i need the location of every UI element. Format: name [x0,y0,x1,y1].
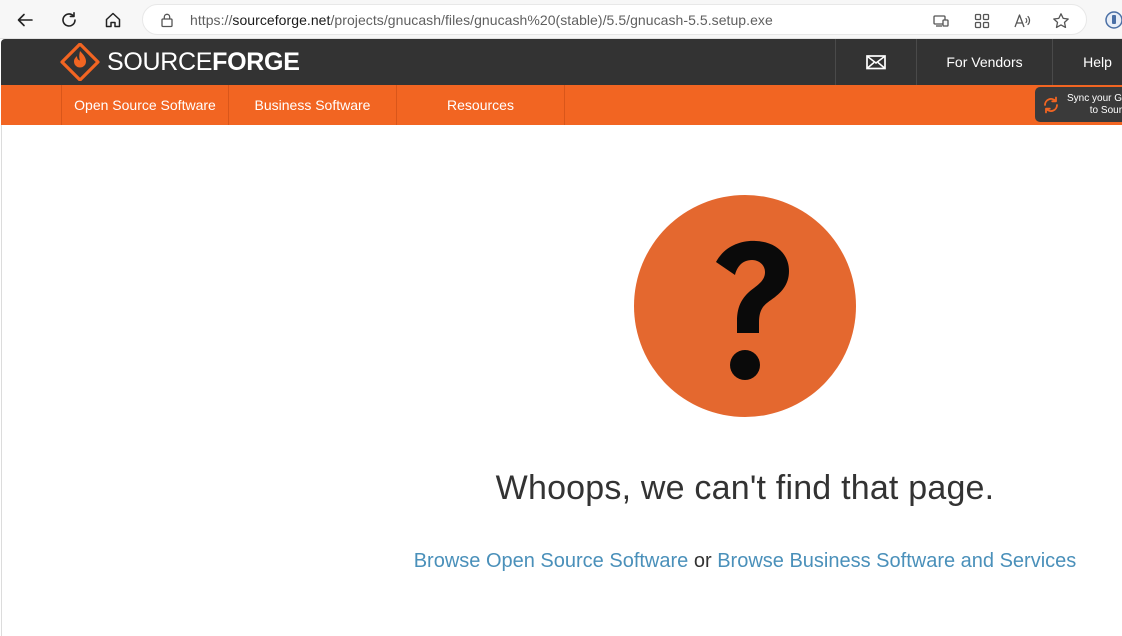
app-available-icon[interactable] [932,12,950,30]
logo-wordmark: SOURCEFORGE [107,48,300,77]
nav-resources[interactable]: Resources [396,85,564,125]
nav-open-source-software[interactable]: Open Source Software [61,85,228,125]
back-icon [17,13,33,27]
question-mark-glyph [716,240,789,380]
home-button[interactable] [99,6,127,34]
address-bar[interactable]: https://sourceforge.net/projects/gnucash… [142,4,1087,35]
sourceforge-logo[interactable]: SOURCEFORGE [60,43,300,81]
help-label: Help [1083,54,1112,70]
site-header: SOURCEFORGE For Vendors Help [1,39,1122,85]
nav-business-software[interactable]: Business Software [228,85,396,125]
logo-word-forge: FORGE [212,47,300,76]
help-link[interactable]: Help [1052,39,1122,85]
logo-word-source: SOURCE [107,47,213,76]
url-path: /projects/gnucash/files/gnucash%20(stabl… [330,12,773,28]
nav-item-label: Resources [447,97,514,113]
url-prefix: https:// [190,12,233,28]
error-headline: Whoops, we can't find that page. [495,469,995,507]
nav-divider [564,85,565,125]
question-mark-icon [634,195,856,417]
browse-business-software-link[interactable]: Browse Business Software and Services [717,550,1076,572]
messages-button[interactable] [835,39,916,85]
url-domain: sourceforge.net [232,12,331,28]
for-vendors-link[interactable]: For Vendors [916,39,1052,85]
sync-text-line1: Sync your Git [1067,92,1122,104]
sourceforge-diamond-icon [60,43,100,81]
home-icon [105,12,121,28]
sync-git-button[interactable]: Sync your Git to Sourc [1035,87,1122,122]
sync-text: Sync your Git to Sourc [1067,93,1122,117]
read-aloud-icon[interactable] [1013,12,1031,30]
nav-item-label: Business Software [254,97,371,113]
main-nav: Open Source Software Business Software R… [1,85,1122,125]
envelope-icon [866,55,886,70]
sync-text-line2: to Sourc [1089,104,1122,116]
refresh-button[interactable] [55,6,83,34]
sync-icon [1044,96,1058,113]
browse-links: Browse Open Source Software or Browse Bu… [2,550,1122,573]
favorite-star-icon[interactable] [1052,12,1070,30]
extension-icon[interactable] [1104,10,1122,30]
browse-open-source-link[interactable]: Browse Open Source Software [414,550,689,572]
refresh-icon [62,12,76,27]
url-text[interactable]: https://sourceforge.net/projects/gnucash… [190,12,773,28]
apps-icon[interactable] [973,12,991,30]
error-page-content: Whoops, we can't find that page. Browse … [1,125,1122,636]
browser-toolbar: https://sourceforge.net/projects/gnucash… [0,0,1122,39]
for-vendors-label: For Vendors [946,54,1023,70]
lock-icon[interactable] [159,12,175,28]
back-button[interactable] [11,6,39,34]
or-text: or [693,550,712,572]
nav-item-label: Open Source Software [74,97,216,113]
